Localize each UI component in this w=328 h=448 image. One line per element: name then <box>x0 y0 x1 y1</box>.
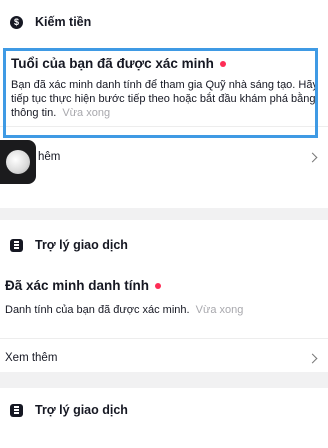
notification-title-row: Đã xác minh danh tính <box>5 278 318 293</box>
see-more-label: Xem thêm <box>5 352 58 364</box>
notification-body: Bạn đã xác minh danh tính để tham gia Qu… <box>11 78 318 120</box>
assistant-section-header[interactable]: Trợ lý giao dịch <box>0 388 328 432</box>
assistive-touch-button[interactable] <box>0 140 36 184</box>
see-more-label: hêm <box>38 151 61 163</box>
chevron-right-icon <box>307 152 318 162</box>
assistant-section-title: Trợ lý giao dịch <box>35 238 128 252</box>
notification-body: Danh tính của bạn đã được xác minh. Vừa … <box>5 303 318 317</box>
notification-title: Tuổi của bạn đã được xác minh <box>11 56 214 71</box>
notification-title-row: Tuổi của bạn đã được xác minh <box>11 56 318 71</box>
assistant-section-header[interactable]: Trợ lý giao dịch <box>0 220 328 266</box>
earn-section-header[interactable]: $ Kiếm tiền <box>0 0 328 44</box>
section-gap <box>0 208 328 220</box>
assistive-touch-icon <box>6 150 30 174</box>
assistant-section-title: Trợ lý giao dịch <box>35 403 128 417</box>
earn-section-title: Kiếm tiền <box>35 15 92 29</box>
earn-card: $ Kiếm tiền Tuổi của bạn đã được xác min… <box>0 0 328 208</box>
chevron-right-icon <box>307 353 318 363</box>
notification-time: Vừa xong <box>195 304 244 316</box>
identity-verified-notification[interactable]: Đã xác minh danh tính Danh tính của bạn … <box>0 266 328 334</box>
document-icon <box>10 238 23 252</box>
see-more-row[interactable]: hêm <box>0 126 328 187</box>
unread-dot <box>219 60 226 67</box>
unread-dot <box>155 282 162 289</box>
dollar-icon: $ <box>10 15 23 29</box>
see-more-row[interactable]: Xem thêm <box>0 338 328 377</box>
notification-title: Đã xác minh danh tính <box>5 278 150 293</box>
assistant-card: Trợ lý giao dịch <box>0 388 328 448</box>
age-verified-notification[interactable]: Tuổi của bạn đã được xác minh Bạn đã xác… <box>0 44 328 120</box>
notification-text: Danh tính của bạn đã được xác minh. <box>5 304 190 316</box>
assistant-card: Trợ lý giao dịch Đã xác minh danh tính D… <box>0 220 328 372</box>
notification-time: Vừa xong <box>62 107 111 119</box>
document-icon <box>10 403 23 417</box>
notification-text: Bạn đã xác minh danh tính để tham gia Qu… <box>11 79 318 119</box>
